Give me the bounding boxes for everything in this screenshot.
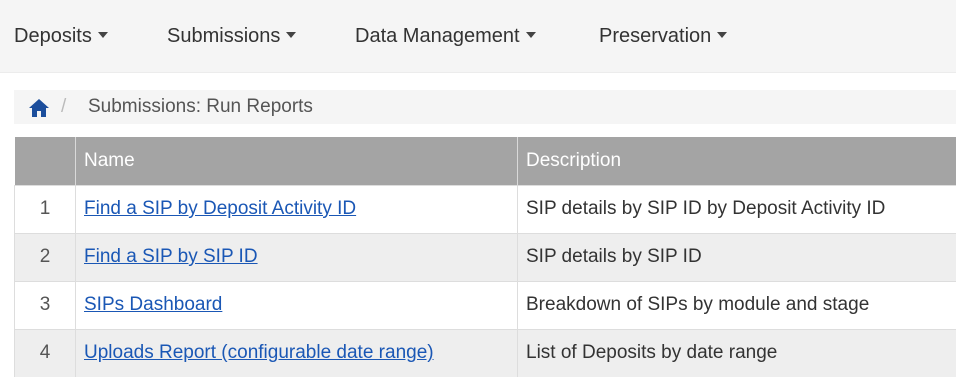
- caret-down-icon: [525, 31, 536, 38]
- report-link[interactable]: SIPs Dashboard: [84, 294, 222, 315]
- breadcrumb: / Submissions: Run Reports: [14, 90, 956, 124]
- caret-down-icon: [286, 31, 297, 38]
- row-index: 4: [14, 328, 76, 377]
- row-index: 2: [14, 232, 76, 281]
- table-row: 3 SIPs Dashboard Breakdown of SIPs by mo…: [14, 280, 956, 329]
- table-row: 1 Find a SIP by Deposit Activity ID SIP …: [14, 184, 956, 233]
- nav-data-management-label: Data Management: [355, 25, 520, 47]
- table-row: 2 Find a SIP by SIP ID SIP details by SI…: [14, 232, 956, 281]
- nav-preservation-label: Preservation: [599, 25, 712, 47]
- row-name-cell: Uploads Report (configurable date range): [75, 328, 518, 377]
- caret-down-icon: [97, 31, 108, 38]
- nav-submissions-dropdown[interactable]: Submissions: [167, 0, 297, 73]
- row-name-cell: Find a SIP by SIP ID: [75, 232, 518, 281]
- nav-data-management-dropdown[interactable]: Data Management: [355, 0, 536, 73]
- caret-down-icon: [717, 31, 728, 38]
- reports-table: Name Description 1 Find a SIP by Deposit…: [14, 137, 956, 377]
- column-header-name[interactable]: Name: [75, 137, 518, 185]
- row-description: List of Deposits by date range: [517, 328, 956, 377]
- row-index: 3: [14, 280, 76, 329]
- report-link[interactable]: Find a SIP by SIP ID: [84, 246, 258, 267]
- report-link[interactable]: Uploads Report (configurable date range): [84, 342, 434, 363]
- row-description: SIP details by SIP ID by Deposit Activit…: [517, 184, 956, 233]
- row-name-cell: SIPs Dashboard: [75, 280, 518, 329]
- column-header-description[interactable]: Description: [517, 137, 956, 185]
- report-link[interactable]: Find a SIP by Deposit Activity ID: [84, 198, 356, 219]
- breadcrumb-separator: /: [61, 96, 67, 117]
- table-header-row: Name Description: [14, 137, 956, 185]
- nav-submissions-label: Submissions: [167, 25, 281, 47]
- page: Deposits Submissions Data Management Pre…: [0, 0, 956, 381]
- row-name-cell: Find a SIP by Deposit Activity ID: [75, 184, 518, 233]
- row-description: Breakdown of SIPs by module and stage: [517, 280, 956, 329]
- nav-deposits-dropdown[interactable]: Deposits: [14, 0, 108, 73]
- row-description: SIP details by SIP ID: [517, 232, 956, 281]
- table-row: 4 Uploads Report (configurable date rang…: [14, 328, 956, 377]
- top-navbar: Deposits Submissions Data Management Pre…: [0, 0, 956, 73]
- nav-preservation-dropdown[interactable]: Preservation: [599, 0, 728, 73]
- nav-deposits-label: Deposits: [14, 25, 92, 47]
- column-header-index: [14, 137, 76, 185]
- breadcrumb-current: Submissions: Run Reports: [88, 96, 313, 117]
- home-icon[interactable]: [28, 98, 50, 118]
- row-index: 1: [14, 184, 76, 233]
